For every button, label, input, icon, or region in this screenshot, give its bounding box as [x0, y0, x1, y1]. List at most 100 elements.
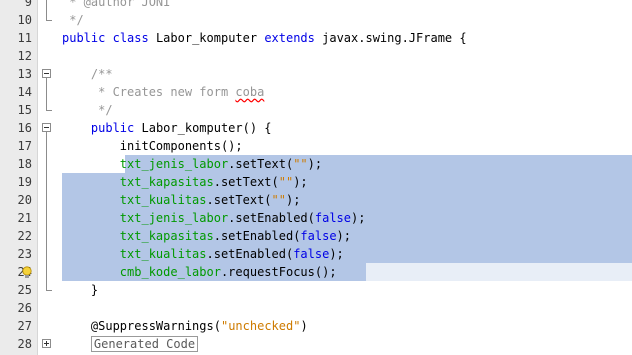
fold-guide: [46, 78, 47, 110]
line-number: 10: [17, 13, 32, 27]
fold-guide: [46, 0, 47, 20]
line-number: 19: [17, 175, 32, 189]
comment-token: coba: [235, 85, 265, 99]
code-token: ): [300, 319, 308, 333]
code-line[interactable]: txt_jenis_labor.setText("");: [62, 155, 322, 173]
keyword-token: false: [293, 247, 330, 261]
minus-box-icon[interactable]: [42, 123, 51, 132]
code-token: );: [285, 193, 301, 207]
code-token: );: [293, 175, 308, 189]
line-number: 27: [17, 319, 32, 333]
keyword-token: false: [300, 229, 337, 243]
generated-code-fold[interactable]: Generated Code: [90, 336, 199, 352]
field-token: txt_kualitas: [119, 193, 207, 207]
code-token: Labor_komputer: [148, 31, 265, 45]
line-number: 25: [17, 283, 32, 297]
string-token: "unchecked": [220, 319, 301, 333]
keyword-token: public: [90, 121, 135, 135]
keyword-token: false: [314, 211, 351, 225]
code-line[interactable]: public class Labor_komputer extends java…: [62, 29, 467, 47]
code-token: );: [336, 229, 351, 243]
code-line[interactable]: initComponents();: [62, 137, 243, 155]
current-line-highlight: [366, 263, 632, 281]
code-line[interactable]: txt_kualitas.setEnabled(false);: [62, 245, 344, 263]
code-token: );: [307, 157, 323, 171]
line-number: 11: [17, 31, 32, 45]
string-token: "": [278, 175, 294, 189]
keyword-token: extends: [264, 31, 315, 45]
code-line[interactable]: * @author JONI: [62, 0, 170, 11]
keyword-token: class: [112, 31, 149, 45]
line-number: 28: [17, 337, 32, 351]
code-token: .setEnabled(: [213, 229, 301, 243]
keyword-token: public: [62, 31, 106, 45]
code-token: .setEnabled(: [228, 211, 315, 225]
code-token: .setText(: [206, 193, 272, 207]
line-number: 17: [17, 139, 32, 153]
line-number: 23: [17, 247, 32, 261]
comment-token: */: [62, 13, 84, 27]
code-token: .setText(: [228, 157, 294, 171]
code-token: );: [329, 247, 344, 261]
annotation-token: @SuppressWarnings: [90, 319, 214, 333]
code-line[interactable]: * Creates new form coba: [62, 83, 264, 101]
plus-box-icon[interactable]: [42, 339, 51, 348]
code-line[interactable]: */: [62, 101, 112, 119]
code-editor[interactable]: 910111213141516171819202122232425262728 …: [0, 0, 632, 355]
code-line[interactable]: */: [62, 11, 84, 29]
code-line[interactable]: /**: [62, 65, 113, 83]
line-number: 21: [17, 211, 32, 225]
field-token: txt_jenis_labor: [119, 211, 229, 225]
code-token: .requestFocus();: [220, 265, 337, 279]
line-number: 13: [17, 67, 32, 81]
code-line[interactable]: txt_kapasitas.setEnabled(false);: [62, 227, 351, 245]
code-token: initComponents();: [62, 139, 243, 153]
field-token: txt_kapasitas: [119, 175, 214, 189]
line-number: 16: [17, 121, 32, 135]
comment-token: * Creates new form: [62, 85, 236, 99]
line-number: 22: [17, 229, 32, 243]
comment-token: /**: [62, 67, 113, 81]
code-line[interactable]: public Labor_komputer() {: [62, 119, 272, 137]
code-token: .setText(: [213, 175, 279, 189]
line-number: 12: [17, 49, 32, 63]
fold-end-marker: [46, 110, 52, 111]
field-token: cmb_kode_labor: [119, 265, 221, 279]
field-token: txt_kualitas: [119, 247, 207, 261]
lightbulb-icon[interactable]: [21, 265, 33, 279]
line-number: 9: [24, 0, 32, 9]
code-line[interactable]: txt_kualitas.setText("");: [62, 191, 301, 209]
field-token: txt_kapasitas: [119, 229, 214, 243]
line-number: 15: [17, 103, 32, 117]
code-token: }: [62, 283, 99, 297]
code-token: javax.swing.JFrame {: [314, 31, 467, 45]
line-number-gutter: 910111213141516171819202122232425262728: [0, 0, 38, 355]
code-line[interactable]: txt_kapasitas.setText("");: [62, 173, 308, 191]
fold-guide: [46, 132, 47, 290]
fold-end-marker: [46, 20, 52, 21]
line-number: 26: [17, 301, 32, 315]
code-line[interactable]: }: [62, 281, 98, 299]
code-line[interactable]: Generated Code: [62, 335, 199, 353]
code-line[interactable]: cmb_kode_labor.requestFocus();: [62, 263, 337, 281]
string-token: "": [293, 157, 308, 171]
code-line[interactable]: txt_jenis_labor.setEnabled(false);: [62, 209, 366, 227]
line-number: 18: [17, 157, 32, 171]
code-token: .setEnabled(: [206, 247, 294, 261]
string-token: "": [271, 193, 286, 207]
code-token: Labor_komputer() {: [134, 121, 272, 135]
code-line[interactable]: @SuppressWarnings("unchecked"): [62, 317, 308, 335]
field-token: txt_jenis_labor: [119, 157, 229, 171]
line-number: 14: [17, 85, 32, 99]
fold-end-marker: [46, 290, 52, 291]
minus-box-icon[interactable]: [42, 69, 51, 78]
